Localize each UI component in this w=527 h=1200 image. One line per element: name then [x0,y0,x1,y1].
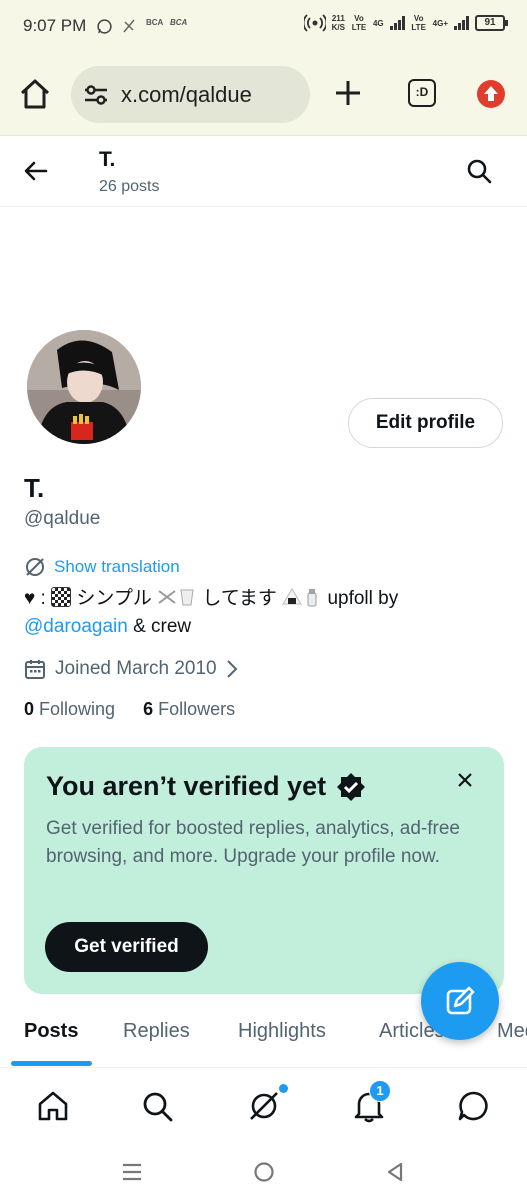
browser-chrome: 9:07 PM BCA BCA 211 K/S Vo LTE 4G Vo LTE … [0,0,527,136]
close-icon[interactable] [454,769,476,791]
followers-link[interactable]: 6 Followers [143,699,235,720]
avatar-photo [27,330,141,444]
messages-icon[interactable] [456,1088,492,1124]
tab-replies[interactable]: Replies [123,1020,190,1043]
site-settings-icon[interactable] [83,84,109,106]
verification-title: You aren’t verified yet [46,771,366,802]
update-icon[interactable] [477,80,505,108]
net-type-2: 4G+ [432,18,448,28]
following-link[interactable]: 0 Following [24,699,115,720]
get-verified-button[interactable]: Get verified [45,922,208,972]
compose-icon [446,986,475,1015]
verification-description: Get verified for boosted replies, analyt… [46,818,460,867]
salt-shaker-icon [307,589,317,607]
chopsticks-icon [158,590,176,604]
translate-icon [26,558,44,576]
display-name: T. [24,473,45,503]
signal-bars-1 [389,16,405,30]
avatar[interactable] [24,327,144,447]
joined-text: Joined March 2010 [55,658,217,679]
handle: @qaldue [24,508,101,529]
url-row: x.com/qaldue :D [0,60,527,126]
verified-badge-icon [337,772,366,801]
battery-icon: 91 [475,15,508,31]
bca-mobile-icon: BCA [170,18,188,27]
browser-home-icon[interactable] [17,76,53,112]
header-post-count: 26 posts [99,178,160,195]
lte-label-2: Vo LTE [411,14,426,32]
tab-media[interactable]: Media [497,1020,527,1043]
status-indicators: 211 K/S Vo LTE 4G Vo LTE 4G+ 91 [303,14,508,32]
back-arrow-icon[interactable] [22,157,50,185]
search-icon[interactable] [465,157,493,185]
active-tab-indicator [11,1061,92,1066]
cup-icon [180,589,194,606]
whatsapp-icon [97,19,112,34]
show-translation[interactable]: Show translation [24,555,180,579]
follow-stats: 0 Following 6 Followers [24,699,235,720]
checkered-flag-icon [51,587,72,607]
show-translation-label[interactable]: Show translation [54,557,180,577]
edit-profile-button[interactable]: Edit profile [348,398,503,448]
onigiri-icon [282,588,303,605]
profile-top-bar: T. 26 posts [0,137,527,207]
bio-mention-link[interactable]: @daroagain [24,616,128,637]
new-tab-icon[interactable] [333,78,363,108]
recents-icon[interactable] [120,1160,144,1184]
grok-icon[interactable] [246,1088,282,1124]
tab-posts[interactable]: Posts [24,1020,78,1043]
hotspot-icon [303,14,326,32]
calendar-icon [25,660,45,679]
joined-date[interactable]: Joined March 2010 [24,656,238,682]
net-type-1: 4G [372,18,384,28]
tab-highlights[interactable]: Highlights [238,1020,326,1043]
signal-bars-2 [454,16,469,30]
grok-indicator-dot [279,1084,288,1093]
status-time: 9:07 PM [23,16,87,35]
notification-badge: 1 [369,1080,391,1102]
compose-button[interactable] [421,962,499,1040]
bio-shitemasu: してます [197,588,283,609]
tab-switcher-button[interactable]: :D [408,79,436,107]
back-triangle-icon[interactable] [383,1160,407,1184]
search-icon[interactable] [139,1088,175,1124]
url-text: x.com/qaldue [121,81,252,107]
bio-heart: ♥ : [24,588,52,609]
chevron-right-icon [226,660,238,678]
bio: ♥ : シンプル してます upfoll by @daroagain & crew [24,585,504,641]
address-bar[interactable]: x.com/qaldue [71,66,310,123]
home-icon[interactable] [35,1088,71,1124]
bio-simple: シンプル [71,588,158,609]
bca-icon: BCA [146,18,164,27]
system-nav [0,1144,527,1200]
status-bar: 9:07 PM BCA BCA 211 K/S Vo LTE 4G Vo LTE … [0,0,527,52]
home-circle-icon[interactable] [252,1160,276,1184]
verification-card: You aren’t verified yet Get verified for… [24,747,504,994]
lte-label-1: Vo LTE [351,14,367,32]
bio-crew: & crew [127,616,192,637]
bottom-nav: 1 [0,1068,527,1144]
net-speed: 211 K/S [331,14,345,32]
header-name: T. [99,148,116,171]
bio-upfoll: upfoll by [322,588,399,609]
signal-off-icon [123,19,135,33]
